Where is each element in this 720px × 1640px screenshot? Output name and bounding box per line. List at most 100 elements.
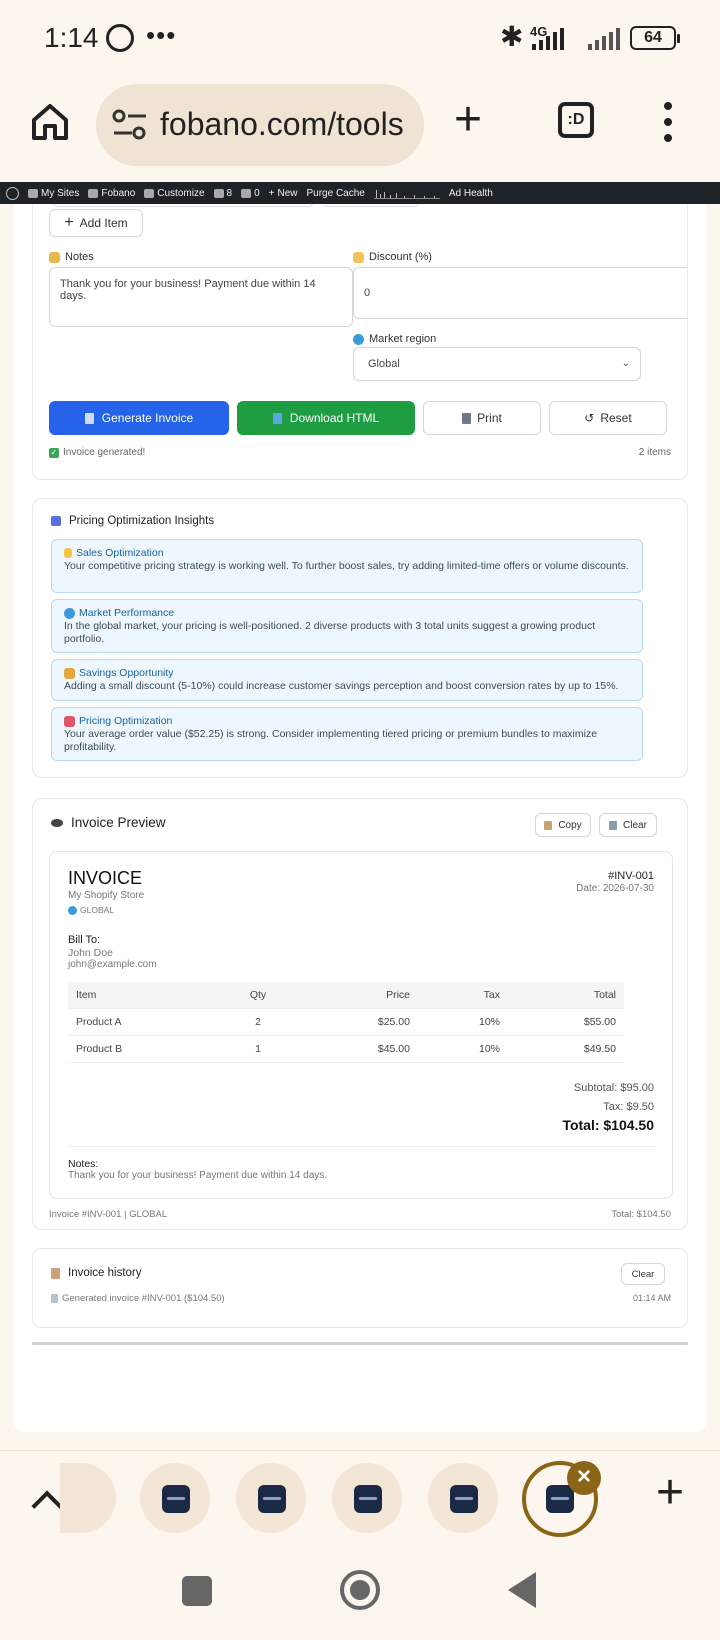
site-favicon-icon bbox=[162, 1485, 190, 1513]
add-item-button[interactable]: + Add Item bbox=[49, 209, 143, 237]
copy-label: Copy bbox=[558, 819, 582, 831]
tag-icon bbox=[353, 251, 364, 263]
recents-icon[interactable] bbox=[182, 1576, 212, 1606]
table-cell: 10% bbox=[418, 1008, 508, 1036]
admin-my-sites-label: My Sites bbox=[41, 187, 80, 199]
tab-strip: × + bbox=[0, 1450, 720, 1556]
wordpress-logo-icon[interactable] bbox=[6, 186, 19, 200]
invoice-form-card: + Add Item Notes Thank you for your busi… bbox=[32, 204, 688, 480]
preview-footer-right: Total: $104.50 bbox=[611, 1209, 671, 1220]
insight-title-text: Market Performance bbox=[79, 607, 175, 619]
comment-icon bbox=[241, 188, 252, 198]
market-region-select[interactable]: Global ⌄ bbox=[353, 347, 641, 381]
new-tab-icon[interactable]: + bbox=[656, 1469, 684, 1517]
chevron-up-icon[interactable] bbox=[31, 1490, 63, 1522]
clear-history-button[interactable]: Clear bbox=[621, 1263, 665, 1285]
tab-thumbnail[interactable] bbox=[332, 1463, 402, 1533]
reset-label: Reset bbox=[600, 411, 632, 425]
table-cell: Product A bbox=[68, 1008, 218, 1036]
tab-thumbnail[interactable] bbox=[140, 1463, 210, 1533]
admin-new[interactable]: + New bbox=[269, 188, 298, 199]
insight-text: In the global market, your pricing is we… bbox=[64, 620, 596, 645]
tab-thumbnail[interactable] bbox=[428, 1463, 498, 1533]
site-settings-icon[interactable] bbox=[112, 108, 148, 142]
discount-label: Discount (%) bbox=[353, 251, 432, 263]
admin-customize[interactable]: Customize bbox=[144, 187, 205, 199]
insight-title-text: Savings Opportunity bbox=[79, 667, 174, 679]
site-favicon-icon bbox=[354, 1485, 382, 1513]
insight-item: Market Performance In the global market,… bbox=[51, 599, 643, 653]
table-cell: 1 bbox=[218, 1035, 298, 1063]
signal-icon bbox=[532, 26, 564, 50]
new-tab-icon[interactable]: + bbox=[454, 96, 482, 144]
store-name: My Shopify Store bbox=[68, 890, 145, 901]
generate-invoice-button[interactable]: Generate Invoice bbox=[49, 401, 229, 435]
close-tab-icon[interactable]: × bbox=[567, 1461, 601, 1495]
discount-input[interactable]: 0 bbox=[353, 267, 687, 319]
download-html-button[interactable]: Download HTML bbox=[237, 401, 415, 435]
address-bar[interactable]: fobano.com/tools bbox=[96, 84, 424, 166]
chevron-down-icon: ⌄ bbox=[621, 358, 630, 369]
home-nav-icon[interactable] bbox=[340, 1570, 380, 1610]
preview-footer-left: Invoice #INV-001 | GLOBAL bbox=[49, 1209, 168, 1220]
admin-new-label: New bbox=[277, 187, 298, 199]
add-item-label: Add Item bbox=[79, 216, 128, 230]
reset-button[interactable]: ↺ Reset bbox=[549, 401, 667, 435]
market-region-label-text: Market region bbox=[369, 333, 437, 345]
lightbulb-icon bbox=[64, 548, 72, 558]
clipboard-icon bbox=[544, 820, 553, 830]
admin-updates[interactable]: 8 bbox=[213, 187, 233, 199]
download-icon bbox=[272, 412, 282, 424]
signal-2-icon bbox=[588, 26, 620, 50]
copy-button[interactable]: Copy bbox=[535, 813, 591, 837]
globe-icon bbox=[68, 905, 77, 915]
clear-preview-button[interactable]: Clear bbox=[599, 813, 657, 837]
table-row: Product B 1 $45.00 10% $49.50 bbox=[68, 1035, 624, 1063]
invoice-history-card: Invoice history Clear Generated invoice … bbox=[32, 1248, 688, 1328]
system-nav-bar bbox=[0, 1556, 720, 1640]
insight-text: Adding a small discount (5-10%) could in… bbox=[64, 680, 619, 692]
admin-site-name[interactable]: Fobano bbox=[88, 188, 135, 199]
browser-menu-icon[interactable] bbox=[664, 102, 674, 146]
history-entry-time: 01:14 AM bbox=[632, 1293, 671, 1303]
invoice-date: Date: 2026-07-30 bbox=[576, 883, 654, 894]
table-row: Product A 2 $25.00 10% $55.00 bbox=[68, 1008, 624, 1036]
admin-purge-label: Purge Cache bbox=[306, 187, 365, 199]
grand-total: Total: $104.50 bbox=[562, 1117, 654, 1133]
table-cell: $55.00 bbox=[508, 1008, 624, 1036]
status-message: ✓ Invoice generated! bbox=[49, 447, 145, 458]
item-qty-input[interactable] bbox=[323, 204, 419, 207]
document-icon bbox=[51, 1294, 58, 1303]
insight-title: Savings Opportunity bbox=[64, 667, 630, 679]
browser-toolbar: fobano.com/tools + :D bbox=[0, 80, 720, 182]
notes-textarea[interactable]: Thank you for your business! Payment due… bbox=[49, 267, 353, 327]
home-icon[interactable] bbox=[30, 102, 70, 142]
admin-updates-count: 8 bbox=[226, 187, 233, 199]
trash-icon bbox=[609, 820, 618, 830]
horizontal-scrollbar[interactable] bbox=[32, 1342, 688, 1345]
market-region-label: Market region bbox=[353, 333, 436, 345]
wp-admin-bar: My Sites Fobano Customize 8 0 + New Purge… bbox=[0, 182, 720, 204]
admin-comments[interactable]: 0 bbox=[241, 188, 260, 199]
insight-item: Sales Optimization Your competitive pric… bbox=[51, 539, 643, 593]
print-button[interactable]: Print bbox=[423, 401, 541, 435]
tool-container: + Add Item Notes Thank you for your busi… bbox=[14, 204, 706, 1432]
notes-label-text: Notes bbox=[65, 251, 94, 263]
tab-thumbnail[interactable] bbox=[236, 1463, 306, 1533]
insight-title: Market Performance bbox=[64, 607, 630, 619]
admin-my-sites[interactable]: My Sites bbox=[28, 188, 79, 199]
admin-purge-cache[interactable]: Purge Cache bbox=[307, 188, 365, 199]
memo-icon bbox=[49, 251, 60, 263]
tab-thumbnail[interactable] bbox=[60, 1463, 116, 1533]
tab-switcher-button[interactable]: :D bbox=[558, 102, 594, 138]
money-bag-icon bbox=[64, 667, 75, 679]
insight-item: Pricing Optimization Your average order … bbox=[51, 707, 643, 761]
item-name-input[interactable] bbox=[53, 204, 313, 207]
invoice-document: INVOICE My Shopify Store GLOBAL #INV-001… bbox=[49, 851, 673, 1199]
history-entry[interactable]: Generated invoice #INV-001 ($104.50) bbox=[51, 1293, 225, 1304]
back-icon[interactable] bbox=[508, 1572, 536, 1608]
insight-title: Pricing Optimization bbox=[64, 715, 630, 727]
admin-customize-label: Customize bbox=[157, 187, 205, 199]
admin-ad-health[interactable]: Ad Health bbox=[449, 188, 493, 199]
insights-title-text: Pricing Optimization Insights bbox=[69, 515, 215, 527]
